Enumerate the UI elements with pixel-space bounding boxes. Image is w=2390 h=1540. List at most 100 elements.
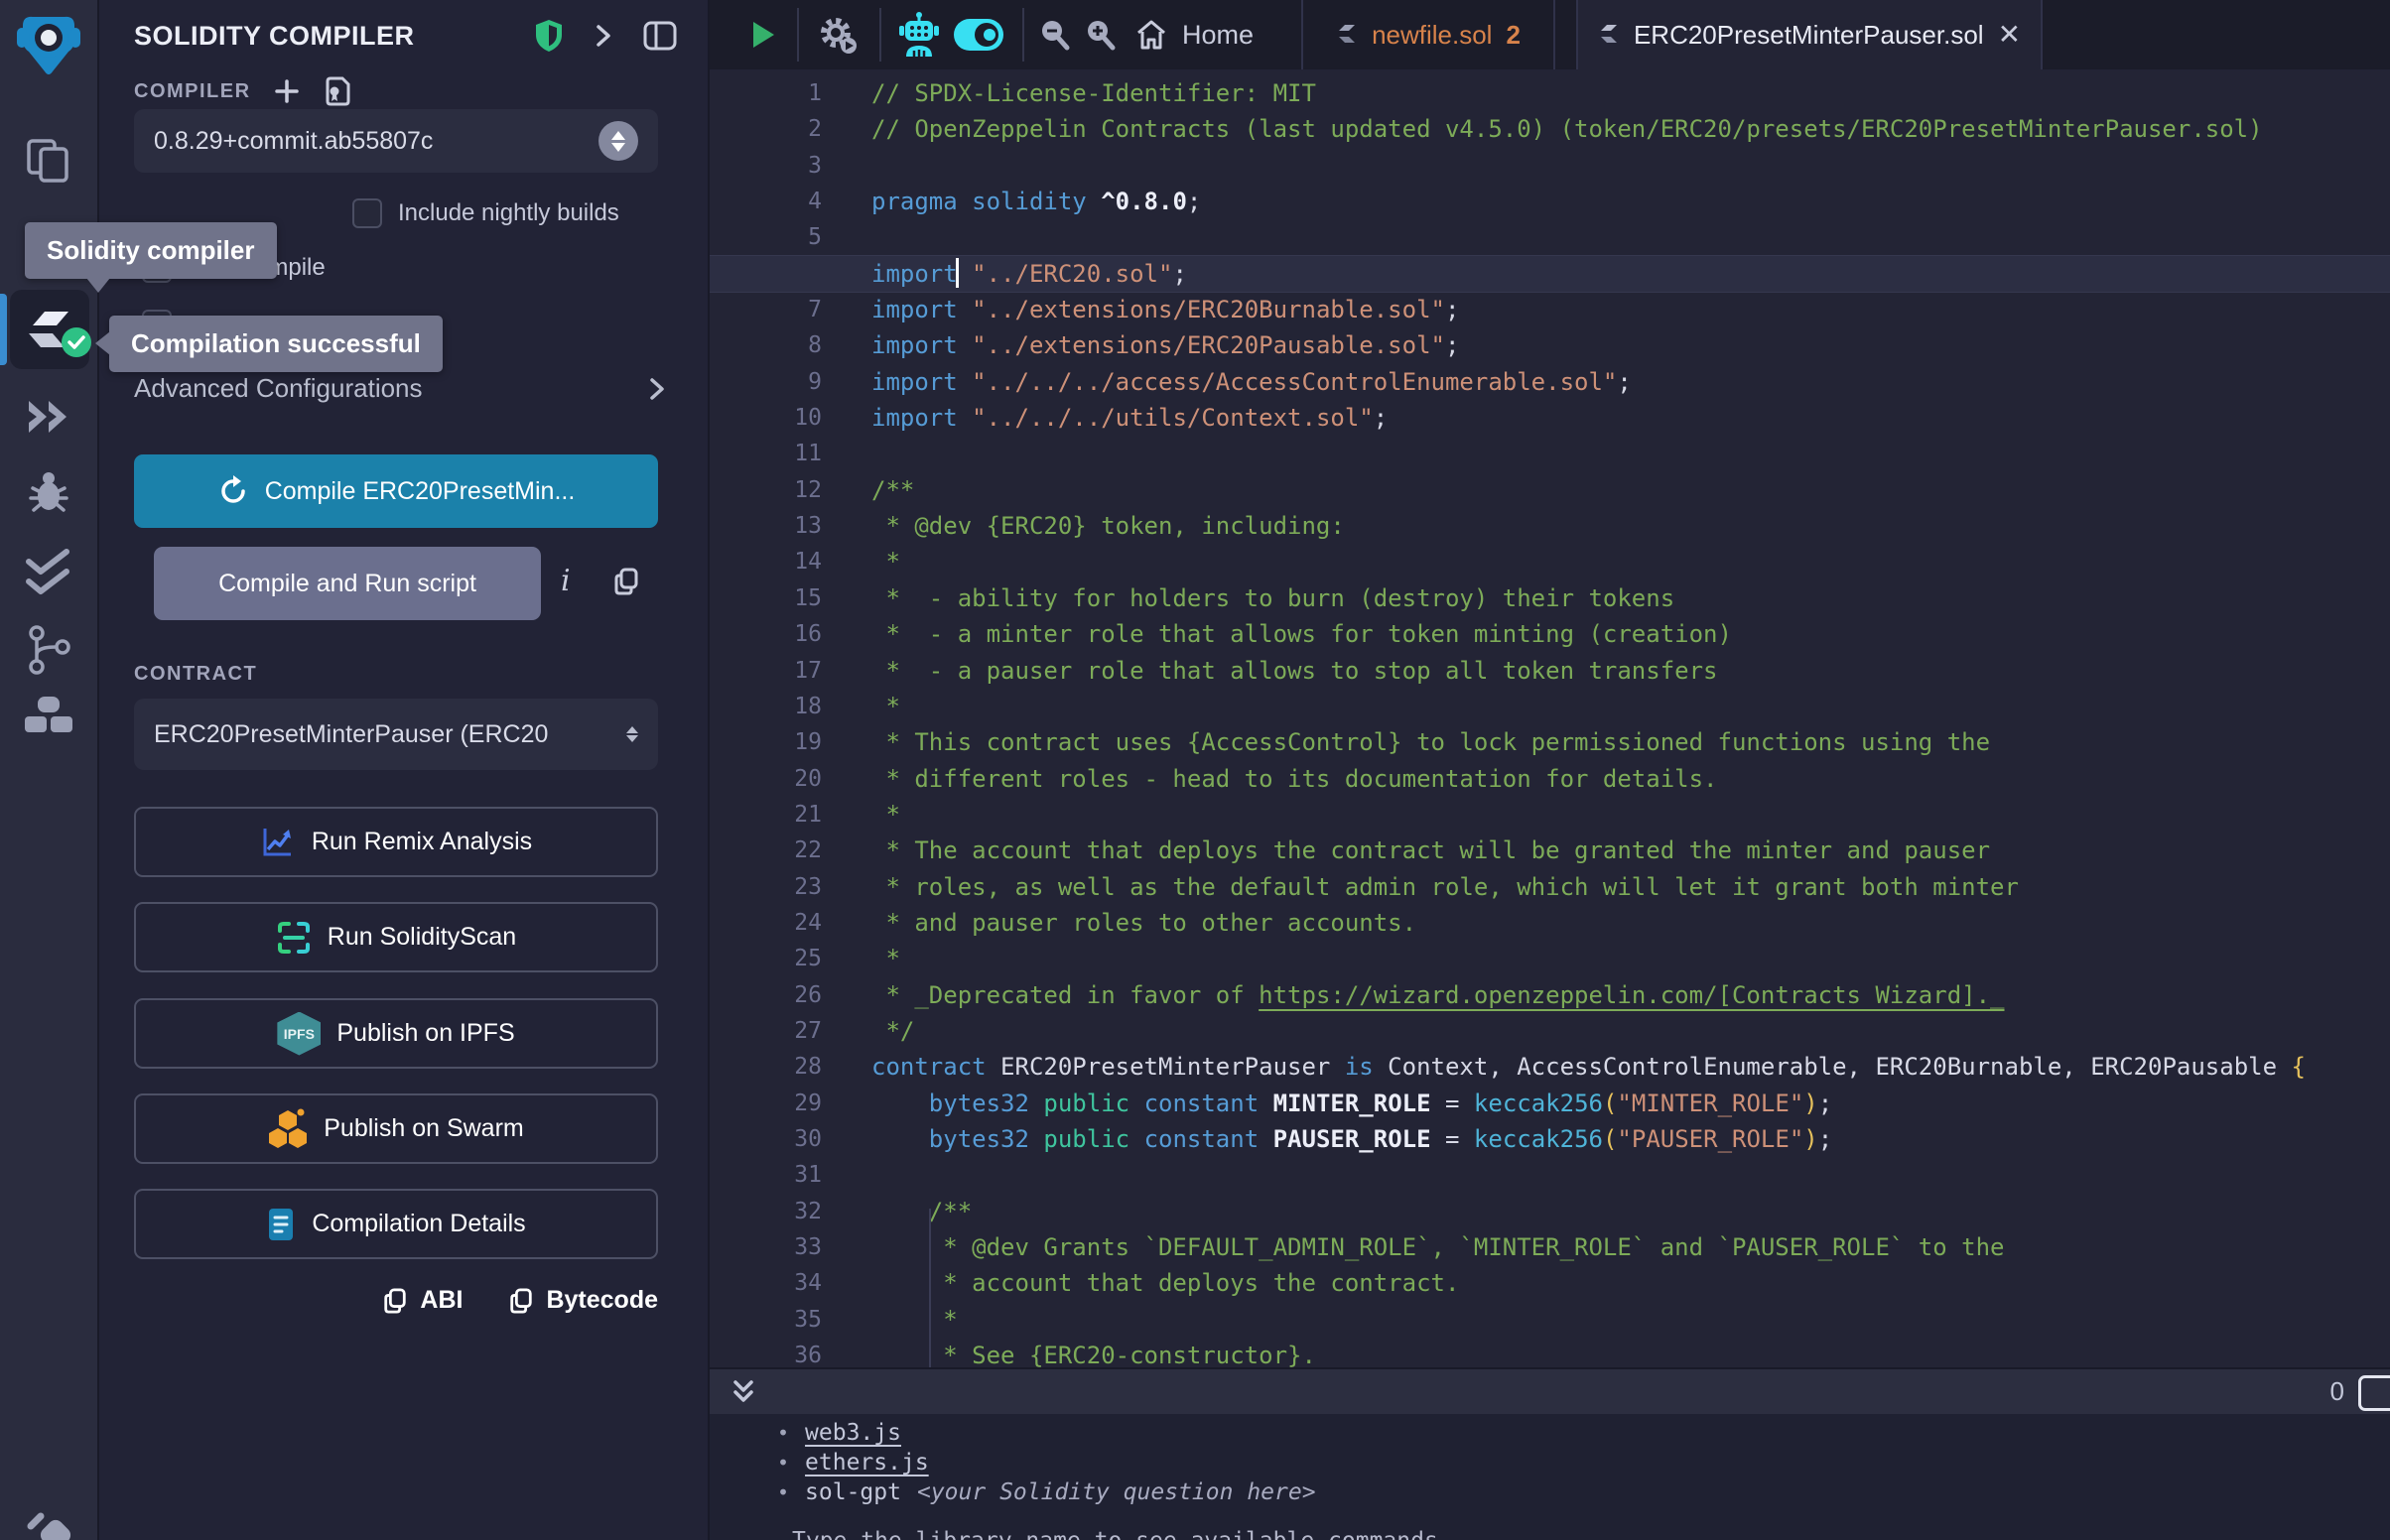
solidity-file-icon <box>1336 22 1358 48</box>
close-tab-icon[interactable]: ✕ <box>1998 21 2021 49</box>
debugger-icon[interactable] <box>21 466 76 522</box>
ai-robot-icon[interactable] <box>898 0 940 69</box>
line-number: 5 <box>710 219 854 255</box>
bullet-icon: • <box>777 1421 789 1445</box>
compilation-details-label: Compilation Details <box>312 1210 525 1238</box>
remix-logo-icon[interactable] <box>13 10 84 85</box>
license-file-icon[interactable] <box>323 75 352 107</box>
terminal-output[interactable]: •web3.js•ethers.js•sol-gpt<your Solidity… <box>710 1414 2390 1540</box>
terminal-bar[interactable]: 0 <box>710 1367 2390 1414</box>
pin-panel-icon[interactable] <box>642 20 678 52</box>
code-line: pragma solidity ^0.8.0; <box>871 184 2390 219</box>
line-number: 22 <box>710 833 854 868</box>
script-config-gear-icon[interactable] <box>817 0 859 69</box>
run-solidityscan-label: Run SolidityScan <box>328 923 516 952</box>
tab-active-label: ERC20PresetMinterPauser.sol <box>1634 20 1984 51</box>
line-number: 2 <box>710 111 854 147</box>
publish-ipfs-button[interactable]: IPFS Publish on IPFS <box>134 998 658 1069</box>
code-line: * different roles - head to its document… <box>871 761 2390 797</box>
advanced-configurations-label: Advanced Configurations <box>134 373 423 404</box>
contract-section-label: CONTRACT <box>134 663 257 686</box>
compilation-details-button[interactable]: Compilation Details <box>134 1189 658 1259</box>
code-line: import "../ERC20.sol"; <box>710 256 2390 292</box>
code-line: import "../../../access/AccessControlEnu… <box>871 364 2390 400</box>
code-line: */ <box>871 1013 2390 1049</box>
terminal-expand-icon[interactable] <box>728 1377 759 1407</box>
include-nightly-checkbox[interactable] <box>352 198 382 228</box>
home-tab-label: Home <box>1182 20 1254 51</box>
code-line: * - a pauser role that allows to stop al… <box>871 653 2390 689</box>
terminal-entry: •sol-gpt<your Solidity question here> <box>710 1477 2390 1507</box>
copy-icon[interactable] <box>612 567 640 596</box>
code-editor[interactable]: 1234567891011121314151617181920212223242… <box>710 69 2390 1367</box>
chevron-right-icon[interactable] <box>593 21 614 51</box>
bullet-icon: • <box>777 1451 789 1475</box>
line-number: 31 <box>710 1157 854 1193</box>
run-solidityscan-button[interactable]: Run SolidityScan <box>134 902 658 972</box>
git-icon[interactable] <box>21 621 76 681</box>
line-number: 36 <box>710 1338 854 1367</box>
bytecode-label: Bytecode <box>546 1286 658 1315</box>
publish-swarm-label: Publish on Swarm <box>324 1114 523 1143</box>
shield-icon[interactable] <box>533 18 565 54</box>
line-number: 11 <box>710 436 854 471</box>
plugin-blocks-icon[interactable] <box>19 693 78 754</box>
line-number: 10 <box>710 400 854 436</box>
copy-abi-button[interactable]: ABI <box>382 1286 463 1315</box>
abi-bytecode-row: ABI Bytecode <box>134 1286 658 1315</box>
advanced-configurations-toggle[interactable]: Advanced Configurations <box>134 373 668 404</box>
zoom-in-icon[interactable] <box>1083 0 1119 69</box>
terminal-link[interactable]: ethers.js <box>805 1450 929 1476</box>
file-explorer-icon[interactable] <box>21 133 76 189</box>
code-line: * <box>871 1302 2390 1338</box>
terminal-search-box[interactable] <box>2358 1375 2390 1411</box>
compile-run-aux: i <box>561 564 640 598</box>
line-number: 23 <box>710 869 854 905</box>
ai-copilot-toggle[interactable] <box>954 0 1003 69</box>
line-number: 1 <box>710 75 854 111</box>
code-line: bytes32 public constant MINTER_ROLE = ke… <box>871 1086 2390 1121</box>
line-number: 27 <box>710 1013 854 1049</box>
info-icon[interactable]: i <box>561 564 571 598</box>
add-compiler-icon[interactable] <box>273 77 301 105</box>
compiler-version-value: 0.8.29+commit.ab55807c <box>154 127 433 156</box>
line-number: 16 <box>710 616 854 652</box>
code-line <box>871 219 2390 255</box>
line-number: 14 <box>710 544 854 579</box>
tab-home[interactable]: Home <box>1134 0 1254 69</box>
code-lines: // SPDX-License-Identifier: MIT// OpenZe… <box>871 75 2390 1367</box>
code-line: /** <box>871 1194 2390 1229</box>
compiler-version-select[interactable]: 0.8.29+commit.ab55807c <box>134 109 658 173</box>
bullet-icon: • <box>777 1480 789 1504</box>
tab-newfile[interactable]: newfile.sol 2 <box>1301 0 1555 69</box>
deploy-run-icon[interactable] <box>21 395 76 439</box>
copy-bytecode-button[interactable]: Bytecode <box>508 1286 658 1315</box>
line-number: 4 <box>710 184 854 219</box>
editor-tabbar: Home newfile.sol 2 ERC20PresetMinterPaus… <box>710 0 2390 69</box>
include-nightly-label: Include nightly builds <box>398 199 619 227</box>
plugin-manager-plug-icon[interactable] <box>17 1496 80 1540</box>
code-line: bytes32 public constant PAUSER_ROLE = ke… <box>871 1121 2390 1157</box>
contract-select[interactable]: ERC20PresetMinterPauser (ERC20 <box>134 699 658 770</box>
line-number: 17 <box>710 653 854 689</box>
run-remix-analysis-button[interactable]: Run Remix Analysis <box>134 807 658 877</box>
select-caret-icon <box>626 726 638 742</box>
unit-testing-icon[interactable] <box>23 548 74 597</box>
publish-swarm-button[interactable]: Publish on Swarm <box>134 1093 658 1164</box>
tab-newfile-label: newfile.sol <box>1372 20 1492 51</box>
compiler-section-label: COMPILER <box>134 80 251 103</box>
code-line: import "../../../utils/Context.sol"; <box>871 400 2390 436</box>
tab-erc20presetminterpauser[interactable]: ERC20PresetMinterPauser.sol ✕ <box>1576 0 2043 69</box>
zoom-out-icon[interactable] <box>1037 0 1073 69</box>
terminal-link[interactable]: web3.js <box>805 1420 901 1446</box>
compile-button[interactable]: Compile ERC20PresetMin... <box>134 454 658 528</box>
line-number: 33 <box>710 1229 854 1265</box>
terminal-command: sol-gpt <box>805 1479 901 1505</box>
terminal-footer-hint: Type the library name to see available c… <box>792 1528 1452 1540</box>
code-line: * See {ERC20-constructor}. <box>871 1338 2390 1367</box>
compile-and-run-button[interactable]: Compile and Run script <box>154 547 541 620</box>
run-script-button[interactable] <box>749 0 777 69</box>
code-line: * - a minter role that allows for token … <box>871 616 2390 652</box>
terminal-list: •web3.js•ethers.js•sol-gpt<your Solidity… <box>710 1414 2390 1507</box>
tab-newfile-badge: 2 <box>1506 20 1520 51</box>
